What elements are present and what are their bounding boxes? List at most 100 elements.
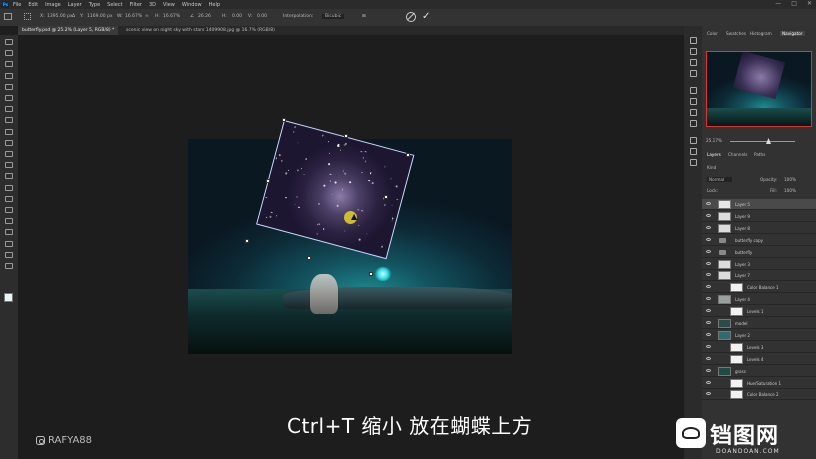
layer-row[interactable]: Hue/Saturation 1: [702, 378, 816, 389]
h-skew-field[interactable]: 0.00: [232, 14, 242, 19]
layer-row[interactable]: butterfly: [702, 247, 816, 258]
transform-handle[interactable]: [245, 239, 249, 243]
blend-mode-select[interactable]: Normal: [707, 177, 733, 182]
visibility-eye-icon[interactable]: [706, 344, 711, 348]
menu-edit[interactable]: Edit: [28, 2, 38, 8]
shape-icon[interactable]: [5, 240, 13, 247]
layer-row[interactable]: Levels 4: [702, 354, 816, 365]
layer-row[interactable]: Layer 9: [702, 211, 816, 222]
foreground-color-swatch[interactable]: [4, 293, 13, 302]
v-skew-field[interactable]: 0.00: [257, 14, 267, 19]
angle-field[interactable]: 26.26: [198, 14, 211, 19]
layer-row[interactable]: Layer 4: [702, 294, 816, 306]
layer-row[interactable]: Layer 2: [702, 330, 816, 341]
visibility-eye-icon[interactable]: [706, 332, 711, 336]
layer-row[interactable]: Color Balance 1: [702, 282, 816, 294]
visibility-eye-icon[interactable]: [706, 356, 711, 360]
tab-color[interactable]: Color: [707, 31, 718, 36]
layer-row[interactable]: Levels 1: [702, 306, 816, 318]
stamp-icon[interactable]: [5, 139, 13, 146]
menu-help[interactable]: Help: [209, 2, 220, 8]
visibility-eye-icon[interactable]: [706, 225, 711, 229]
fill-field[interactable]: 100%: [784, 188, 796, 193]
tab-navigator[interactable]: Navigator: [780, 31, 805, 36]
color-icon[interactable]: [690, 87, 697, 94]
zoom-value[interactable]: 25.17%: [706, 138, 722, 143]
layer-row[interactable]: grass: [702, 366, 816, 377]
transform-bounding-box[interactable]: [256, 120, 415, 260]
move-icon[interactable]: [5, 39, 13, 45]
menu-file[interactable]: File: [13, 2, 21, 8]
tab-night-sky[interactable]: scenic view on night sky with stars 1409…: [122, 26, 279, 35]
hand-icon[interactable]: [5, 251, 13, 258]
opacity-field[interactable]: 100%: [784, 177, 796, 182]
transform-handle[interactable]: [384, 195, 388, 199]
visibility-eye-icon[interactable]: [706, 202, 711, 205]
visibility-eye-icon[interactable]: [706, 380, 711, 384]
menu-select[interactable]: Select: [107, 2, 122, 8]
layer-row[interactable]: model: [702, 318, 816, 329]
visibility-eye-icon[interactable]: [706, 392, 711, 396]
tab-layers[interactable]: Layers: [707, 152, 721, 157]
libraries-icon[interactable]: [690, 70, 697, 77]
close-icon[interactable]: ✕: [807, 0, 812, 7]
menu-filter[interactable]: Filter: [130, 2, 142, 8]
tab-histogram[interactable]: Histogram: [750, 31, 772, 36]
starry-sky-layer[interactable]: [253, 120, 415, 260]
history-icon[interactable]: [690, 37, 697, 44]
commit-transform-icon[interactable]: ✓: [422, 11, 430, 23]
type-icon[interactable]: [5, 218, 13, 225]
patterns-icon[interactable]: [690, 120, 697, 127]
zoom-icon[interactable]: [5, 263, 13, 269]
menu-window[interactable]: Window: [182, 2, 202, 8]
visibility-eye-icon[interactable]: [706, 368, 711, 372]
visibility-eye-icon[interactable]: [706, 237, 711, 241]
layer-row[interactable]: Color Balance 2: [702, 389, 816, 401]
menu-view[interactable]: View: [163, 2, 175, 8]
link-icon[interactable]: Δ: [72, 14, 75, 19]
visibility-eye-icon[interactable]: [706, 309, 711, 313]
path-select-icon[interactable]: [5, 229, 13, 236]
layer-row[interactable]: Layer 5: [702, 199, 816, 210]
warp-icon[interactable]: ⊞: [362, 14, 366, 19]
layer-row[interactable]: butterfly copy: [702, 235, 816, 246]
menu-layer[interactable]: Layer: [68, 2, 82, 8]
marquee-icon[interactable]: [5, 50, 13, 57]
maximize-icon[interactable]: □: [791, 0, 797, 7]
pen-icon[interactable]: [5, 207, 13, 213]
swatches-icon[interactable]: [690, 98, 697, 105]
tab-butterfly[interactable]: butterfly.psd @ 25.2% (Layer 5, RGB/8) *: [18, 26, 119, 35]
layer-row[interactable]: Layer 3: [702, 259, 816, 270]
width-field[interactable]: 16.67%: [125, 14, 142, 19]
adjustments-icon[interactable]: [690, 59, 697, 66]
dodge-icon[interactable]: [5, 195, 13, 202]
transform-tool-icon[interactable]: [4, 13, 12, 20]
menu-type[interactable]: Type: [89, 2, 100, 8]
transform-handle[interactable]: [266, 179, 270, 183]
history-brush-icon[interactable]: [5, 151, 13, 157]
transform-handle[interactable]: [344, 134, 348, 138]
quick-select-icon[interactable]: [5, 72, 13, 79]
tab-swatches[interactable]: Swatches: [726, 31, 746, 36]
healing-icon[interactable]: [5, 117, 13, 124]
chain-icon[interactable]: ∞: [145, 14, 149, 19]
menu-image[interactable]: Image: [45, 2, 61, 8]
minimize-icon[interactable]: —: [775, 0, 781, 7]
visibility-eye-icon[interactable]: [706, 261, 711, 265]
visibility-eye-icon[interactable]: [706, 213, 711, 217]
visibility-eye-icon[interactable]: [706, 273, 711, 277]
paragraph-icon[interactable]: [690, 148, 697, 155]
tab-channels[interactable]: Channels: [728, 152, 747, 157]
layer-row[interactable]: Layer 8: [702, 223, 816, 234]
blur-icon[interactable]: [5, 184, 13, 191]
visibility-eye-icon[interactable]: [706, 285, 711, 289]
brush-settings-icon[interactable]: [690, 159, 697, 166]
menu-3d[interactable]: 3D: [149, 2, 156, 8]
visibility-eye-icon[interactable]: [706, 249, 711, 253]
filter-kind-select[interactable]: Kind: [707, 165, 716, 170]
layer-row[interactable]: Layer 7: [702, 270, 816, 282]
cancel-transform-icon[interactable]: [406, 12, 416, 22]
x-field[interactable]: 1395.00 px: [47, 14, 73, 19]
navigator-thumbnail[interactable]: [706, 51, 812, 127]
eyedropper-icon[interactable]: [5, 106, 13, 113]
